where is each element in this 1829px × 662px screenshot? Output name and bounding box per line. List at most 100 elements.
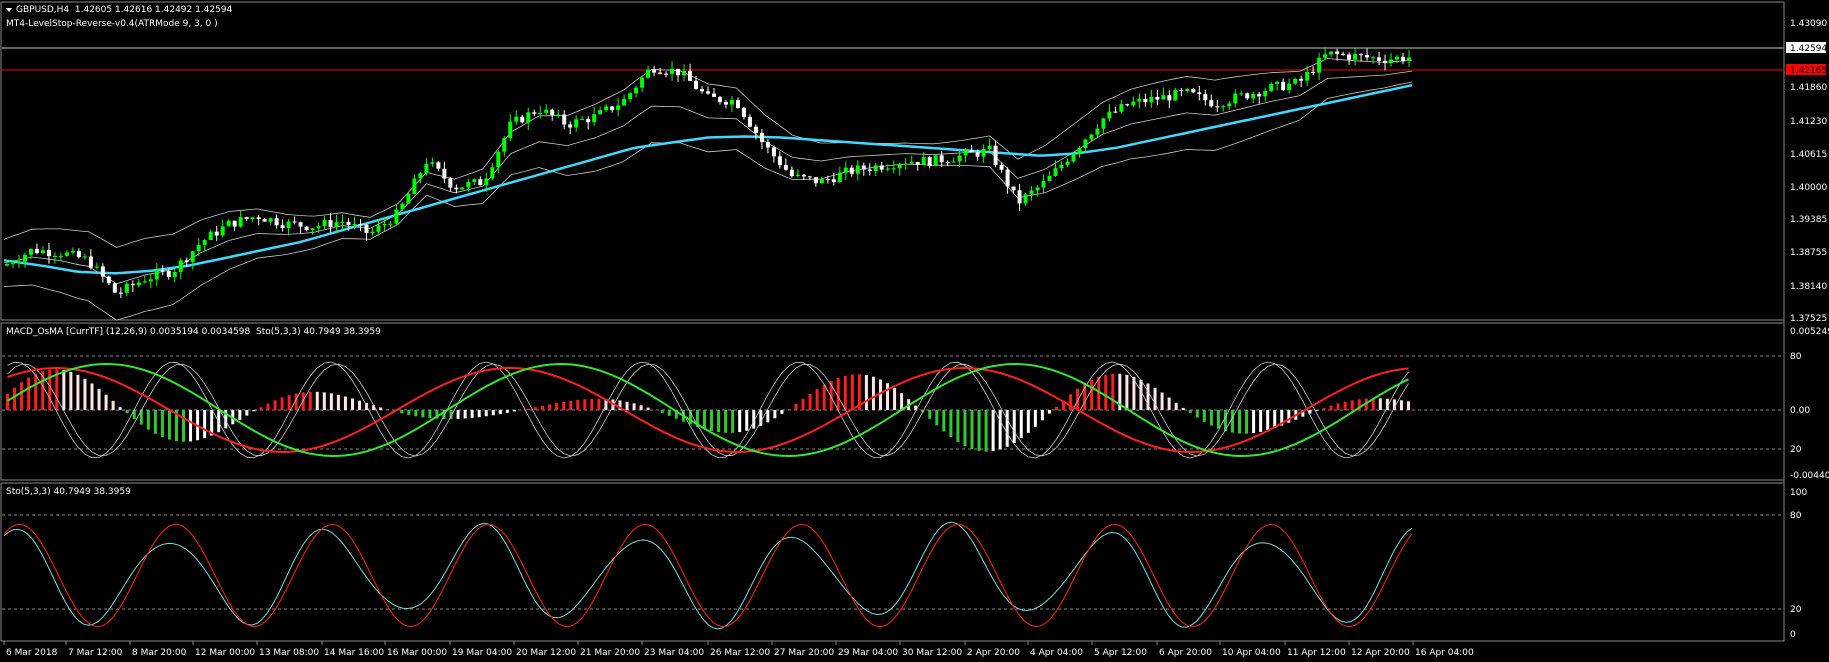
macd-bar xyxy=(864,374,868,410)
candle-body xyxy=(1149,96,1154,103)
stoch-axis: 100 80 20 0 xyxy=(1790,488,1807,640)
candle-body xyxy=(783,165,788,170)
candle-body xyxy=(406,194,411,204)
candle-body xyxy=(807,176,812,178)
candle-body xyxy=(855,165,860,174)
candle-body xyxy=(1143,98,1148,103)
macd-bar xyxy=(667,410,671,416)
candle-body xyxy=(1335,51,1340,54)
macd-bar xyxy=(280,397,284,410)
macd-title: MACD_OsMA [CurrTF] (12,26,9) 0.0035194 0… xyxy=(6,327,381,337)
candle-body xyxy=(544,109,549,113)
candle-body xyxy=(813,177,818,184)
symbol-line: GBPUSD,H4 1.42605 1.42616 1.42492 1.4259… xyxy=(16,5,233,15)
macd-bar xyxy=(491,410,495,416)
macd-bar xyxy=(238,410,242,420)
stoch-label-80: 80 xyxy=(1790,511,1802,521)
macd-bar xyxy=(1054,406,1058,410)
candle-body xyxy=(382,224,387,226)
macd-bar xyxy=(639,405,643,410)
time-label: 13 Mar 08:00 xyxy=(259,648,319,658)
candle-body xyxy=(1125,104,1130,106)
candle-body xyxy=(154,270,159,280)
candle-body xyxy=(1257,93,1262,97)
macd-bar xyxy=(203,410,207,439)
time-label: 20 Mar 12:00 xyxy=(516,648,576,658)
candle-body xyxy=(1161,95,1166,100)
macd-bar xyxy=(1040,410,1044,421)
candle-body xyxy=(340,221,345,223)
candle-body xyxy=(999,165,1004,170)
macd-bar xyxy=(815,389,819,410)
candle-body xyxy=(112,283,117,293)
candle-body xyxy=(220,226,225,236)
candle-body xyxy=(664,73,669,75)
time-label: 12 Apr 20:00 xyxy=(1351,648,1410,658)
candle-body xyxy=(538,112,543,114)
time-label: 29 Mar 04:00 xyxy=(838,648,898,658)
macd-bar xyxy=(1167,397,1171,410)
time-label: 4 Apr 04:00 xyxy=(1030,648,1083,658)
candle-body xyxy=(1071,153,1076,162)
candle-body xyxy=(628,93,633,99)
candle-body xyxy=(238,217,243,227)
candle-body xyxy=(694,80,699,90)
macd-bar xyxy=(562,401,566,410)
macd-bar xyxy=(245,410,249,416)
candle-body xyxy=(676,68,681,76)
candle-body xyxy=(1017,190,1022,204)
candle-body xyxy=(981,148,986,157)
time-label: 5 Apr 12:00 xyxy=(1094,648,1147,658)
price-label: 1.39385 xyxy=(1790,215,1827,225)
candle-body xyxy=(1077,148,1082,154)
macd-bar xyxy=(548,404,552,410)
candle-body xyxy=(670,68,675,74)
candle-body xyxy=(88,256,93,268)
stochastic-lines xyxy=(3,521,1413,630)
price-label: 1.38755 xyxy=(1790,248,1827,258)
macd-bar xyxy=(526,408,530,410)
candle-body xyxy=(46,250,51,257)
candle-body xyxy=(82,256,87,258)
candle-body xyxy=(903,163,908,165)
candle-body xyxy=(1245,93,1250,99)
collapse-arrow-icon[interactable] xyxy=(6,7,12,12)
candle-body xyxy=(208,231,213,241)
time-label: 10 Apr 04:00 xyxy=(1222,648,1281,658)
price-label: 1.41860 xyxy=(1790,83,1827,93)
macd-bar xyxy=(322,392,326,410)
candle-body xyxy=(1209,100,1214,107)
candle-body xyxy=(879,165,884,170)
macd-bar xyxy=(794,404,798,410)
time-label: 16 Mar 00:00 xyxy=(387,648,447,658)
candle-body xyxy=(1113,111,1118,113)
macd-bar xyxy=(1336,403,1340,410)
candle-body xyxy=(1119,104,1124,112)
candle-body xyxy=(819,179,824,184)
macd-label-20: 20 xyxy=(1790,445,1802,455)
candle-body xyxy=(825,179,830,181)
macd-bar xyxy=(569,400,573,410)
candle-body xyxy=(1305,71,1310,81)
macd-bar xyxy=(1026,410,1030,433)
candle-body xyxy=(124,283,129,293)
macd-bar xyxy=(83,378,87,410)
candle-body xyxy=(478,179,483,186)
macd-bar xyxy=(745,410,749,431)
candle-body xyxy=(1203,94,1208,101)
candle-body xyxy=(550,109,555,116)
macd-bar xyxy=(963,410,967,446)
macd-bar xyxy=(555,403,559,410)
macd-bar xyxy=(484,410,488,417)
candle-body xyxy=(76,250,81,258)
macd-bar xyxy=(1111,373,1115,410)
candle-body xyxy=(1371,57,1376,59)
candle-body xyxy=(1329,51,1334,55)
candle-body xyxy=(1221,106,1226,108)
macd-bar xyxy=(710,410,714,431)
macd-bar xyxy=(470,410,474,418)
candle-body xyxy=(801,174,806,177)
candle-body xyxy=(1095,128,1100,135)
candle-body xyxy=(729,100,734,105)
candle-body xyxy=(556,114,561,116)
